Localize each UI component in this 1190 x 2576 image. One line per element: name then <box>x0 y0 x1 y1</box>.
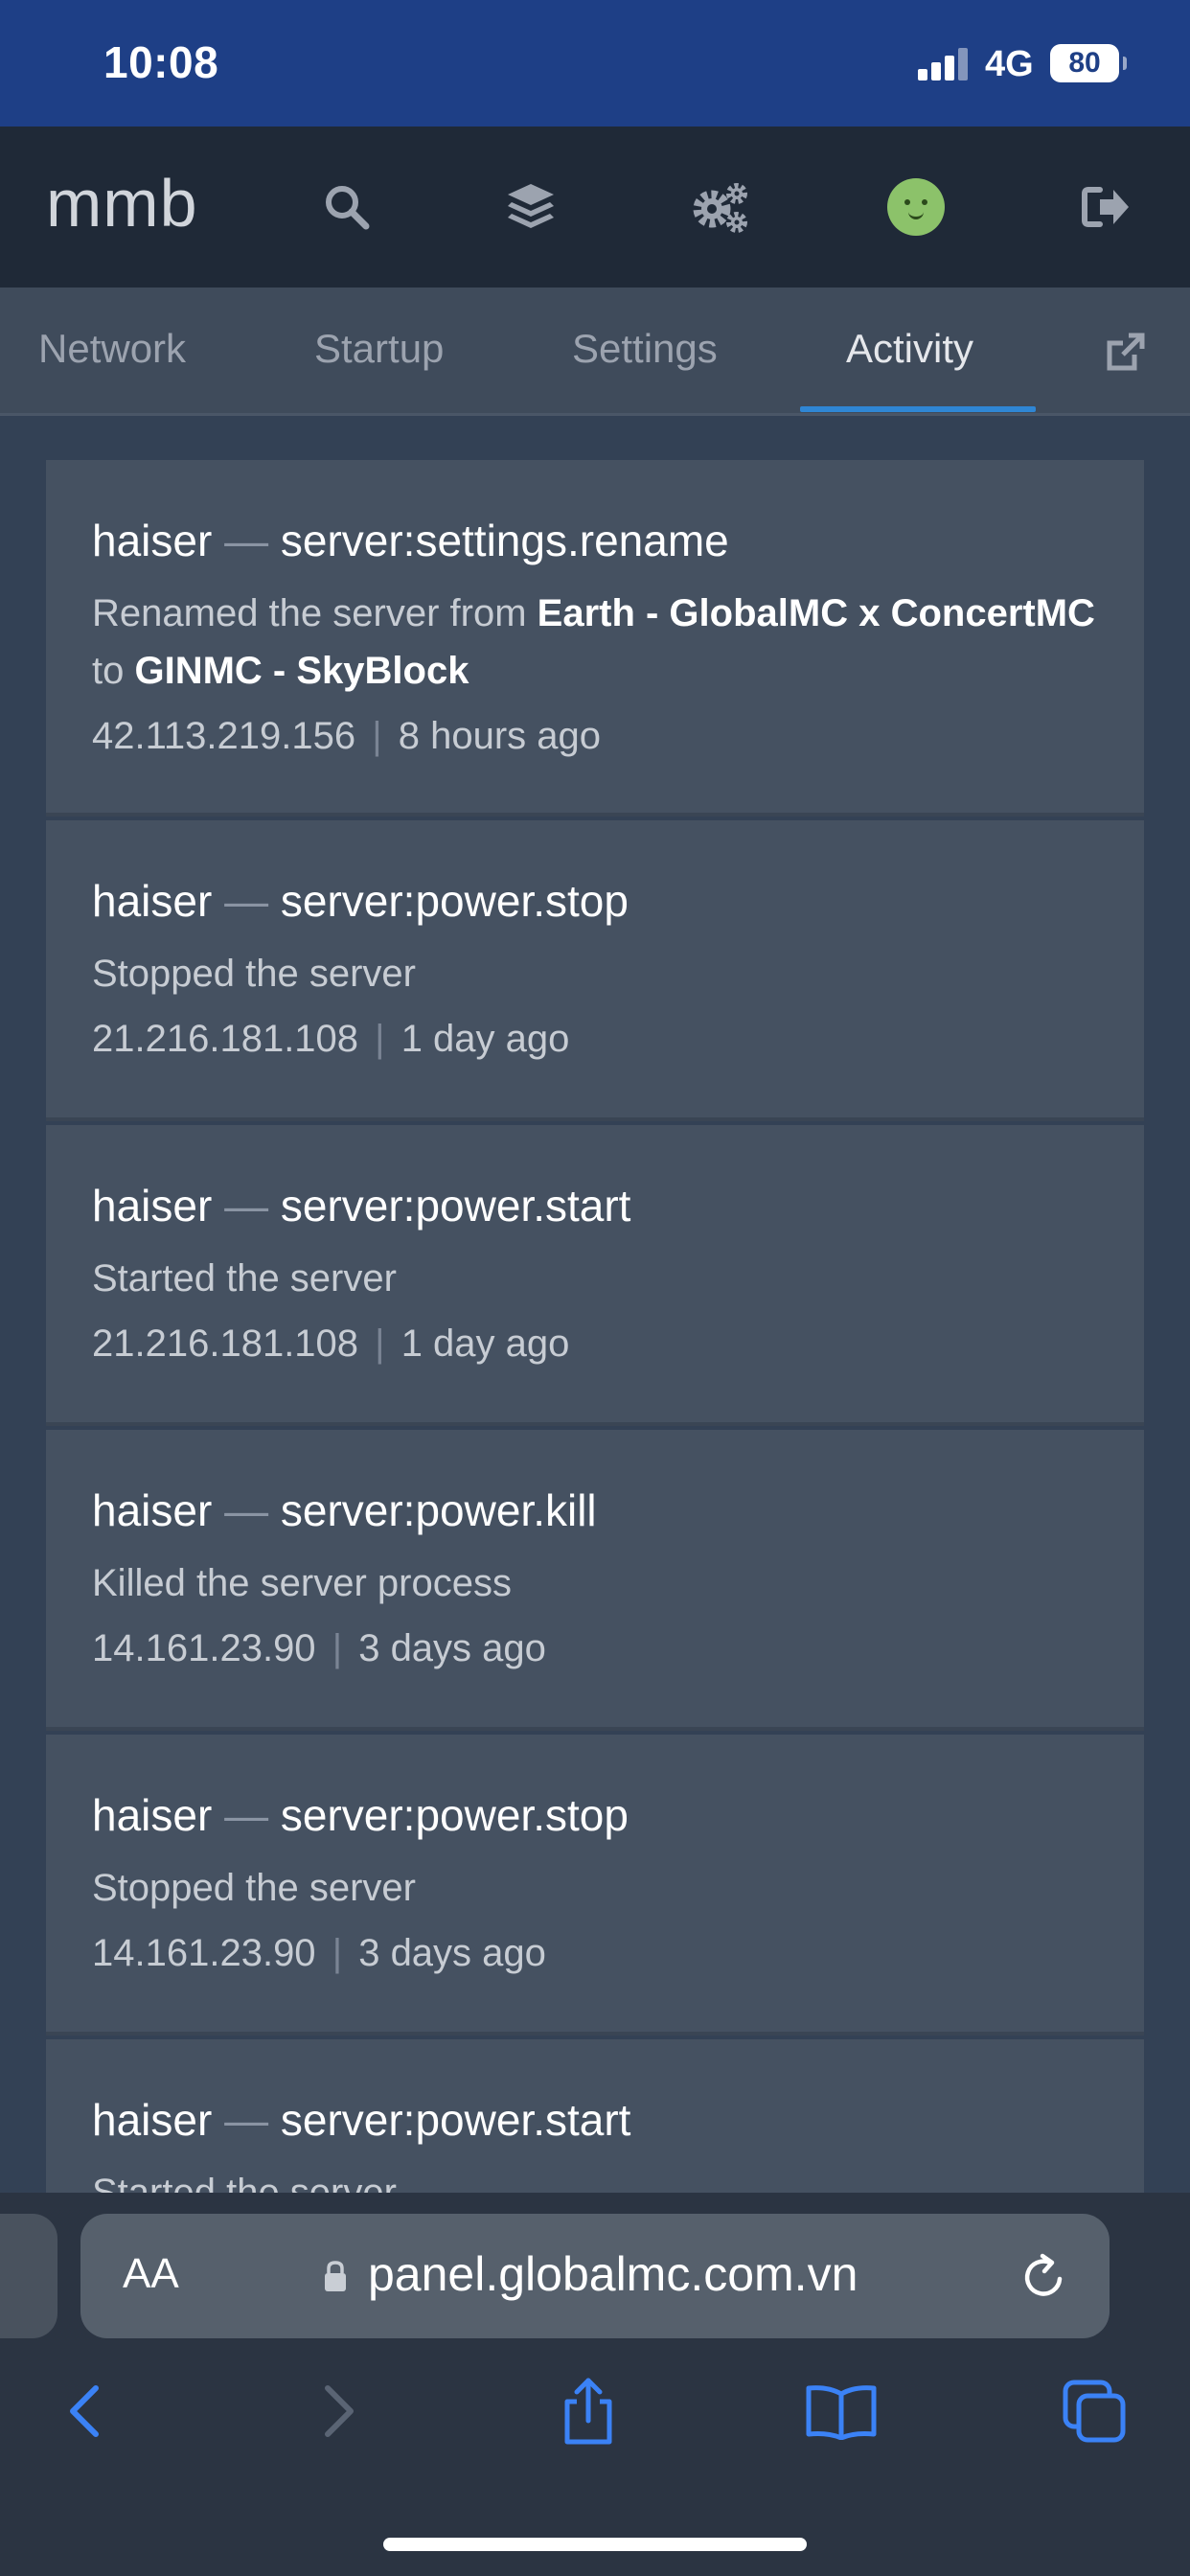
activity-meta: 14.161.23.90 | 3 days ago <box>92 1926 1098 1980</box>
activity-description: Stopped the server <box>92 1867 416 1909</box>
ip-address: 14.161.23.90 <box>92 1932 316 1974</box>
home-indicator[interactable] <box>383 2538 807 2551</box>
meta-separator: | <box>375 1322 385 1365</box>
activity-user: haiser <box>92 876 213 926</box>
forward-icon[interactable] <box>301 2373 378 2450</box>
activity-event: server:power.kill <box>280 1485 597 1535</box>
activity-description: Started the server <box>92 2172 397 2193</box>
ip-address: 42.113.219.156 <box>92 715 356 757</box>
activity-title: haiser — server:power.stop <box>92 1788 1098 1842</box>
activity-user: haiser <box>92 1485 213 1535</box>
activity-event: server:power.stop <box>280 1790 629 1840</box>
share-icon[interactable] <box>550 2373 627 2450</box>
activity-dash: — <box>224 876 269 926</box>
avatar-face-icon <box>887 178 945 236</box>
activity-item[interactable]: haiser — server:power.start Started the … <box>46 2039 1144 2193</box>
relative-time: 3 days ago <box>358 1932 546 1974</box>
tab-activity[interactable]: Activity <box>846 326 973 372</box>
activity-user: haiser <box>92 1181 213 1230</box>
activity-list: haiser — server:settings.rename Renamed … <box>0 416 1190 2193</box>
activity-dash: — <box>224 516 269 565</box>
activity-title: haiser — server:power.start <box>92 1179 1098 1232</box>
meta-separator: | <box>372 715 382 757</box>
tab-startup[interactable]: Startup <box>314 326 444 372</box>
activity-user: haiser <box>92 2095 213 2145</box>
relative-time: 1 day ago <box>400 1322 570 1365</box>
ip-address: 14.161.23.90 <box>92 1627 316 1669</box>
cogs-icon[interactable] <box>686 172 755 242</box>
activity-item[interactable]: haiser — server:power.stop Stopped the s… <box>46 1735 1144 2036</box>
activity-description: Stopped the server <box>92 953 416 995</box>
ip-address: 21.216.181.108 <box>92 1018 359 1060</box>
reload-icon[interactable] <box>1018 2250 1071 2304</box>
activity-description: Killed the server process <box>92 1562 512 1604</box>
meta-separator: | <box>375 1018 385 1060</box>
relative-time: 1 day ago <box>400 1018 570 1060</box>
activity-item[interactable]: haiser — server:power.kill Killed the se… <box>46 1430 1144 1731</box>
tabs-icon[interactable] <box>1056 2373 1133 2450</box>
tab-settings[interactable]: Settings <box>572 326 718 372</box>
activity-meta: 42.113.219.156 | 8 hours ago <box>92 709 1098 763</box>
layers-icon[interactable] <box>496 172 565 242</box>
cellular-signal-icon <box>918 48 968 80</box>
text-size-button[interactable]: AA <box>123 2250 179 2298</box>
description-text: Renamed the server from <box>92 592 538 634</box>
activity-item[interactable]: haiser — server:settings.rename Renamed … <box>46 460 1144 816</box>
activity-description: Started the server <box>92 1257 397 1300</box>
activity-title: haiser — server:power.start <box>92 2093 1098 2147</box>
activity-meta: 14.161.23.90 | 3 days ago <box>92 1622 1098 1675</box>
activity-dash: — <box>224 1181 269 1230</box>
activity-event: server:power.start <box>280 2095 631 2145</box>
search-icon[interactable] <box>312 172 381 242</box>
activity-meta: 21.216.181.108 | 1 day ago <box>92 1012 1098 1066</box>
lock-icon <box>325 2261 346 2291</box>
status-bar: 10:08 4G 80 <box>0 0 1190 126</box>
new-server-name: GINMC - SkyBlock <box>134 650 469 692</box>
previous-tab-peek[interactable] <box>0 2214 57 2338</box>
meta-separator: | <box>332 1932 343 1974</box>
activity-event: server:power.stop <box>280 876 629 926</box>
app-header: mmb <box>0 126 1190 288</box>
activity-title: haiser — server:settings.rename <box>92 514 1098 567</box>
activity-title: haiser — server:power.stop <box>92 874 1098 928</box>
activity-user: haiser <box>92 1790 213 1840</box>
network-type: 4G <box>985 44 1034 84</box>
activity-dash: — <box>224 1790 269 1840</box>
activity-meta: 21.216.181.108 | 1 day ago <box>92 1317 1098 1370</box>
status-time: 10:08 <box>103 37 219 87</box>
activity-item[interactable]: haiser — server:power.start Started the … <box>46 1125 1144 1426</box>
activity-title: haiser — server:power.kill <box>92 1484 1098 1537</box>
ip-address: 21.216.181.108 <box>92 1322 359 1365</box>
relative-time: 3 days ago <box>358 1627 546 1669</box>
bookmarks-icon[interactable] <box>803 2373 880 2450</box>
address-bar[interactable]: AA panel.globalmc.com.vn <box>80 2214 1110 2338</box>
server-tabs: Network Startup Settings Activity <box>0 288 1190 416</box>
activity-event: server:power.start <box>280 1181 631 1230</box>
activity-user: haiser <box>92 516 213 565</box>
battery-icon: 80 <box>1050 44 1127 82</box>
activity-event: server:settings.rename <box>280 516 729 565</box>
description-text: to <box>92 650 135 692</box>
tab-network[interactable]: Network <box>38 326 186 372</box>
meta-separator: | <box>332 1627 343 1669</box>
avatar[interactable] <box>881 172 950 242</box>
browser-chrome: AA panel.globalmc.com.vn <box>0 2193 1190 2576</box>
activity-dash: — <box>224 1485 269 1535</box>
url-text: panel.globalmc.com.vn <box>368 2247 858 2301</box>
activity-dash: — <box>224 2095 269 2145</box>
external-link-icon[interactable] <box>1096 324 1154 381</box>
logout-icon[interactable] <box>1071 172 1140 242</box>
relative-time: 8 hours ago <box>398 715 601 757</box>
text-size-label: AA <box>123 2250 179 2297</box>
old-server-name: Earth - GlobalMC x ConcertMC <box>537 592 1095 634</box>
activity-item[interactable]: haiser — server:power.stop Stopped the s… <box>46 820 1144 1121</box>
activity-description: Renamed the server from Earth - GlobalMC… <box>92 585 1098 700</box>
back-icon[interactable] <box>46 2373 123 2450</box>
app-brand[interactable]: mmb <box>46 165 198 242</box>
active-tab-indicator <box>800 406 1036 412</box>
